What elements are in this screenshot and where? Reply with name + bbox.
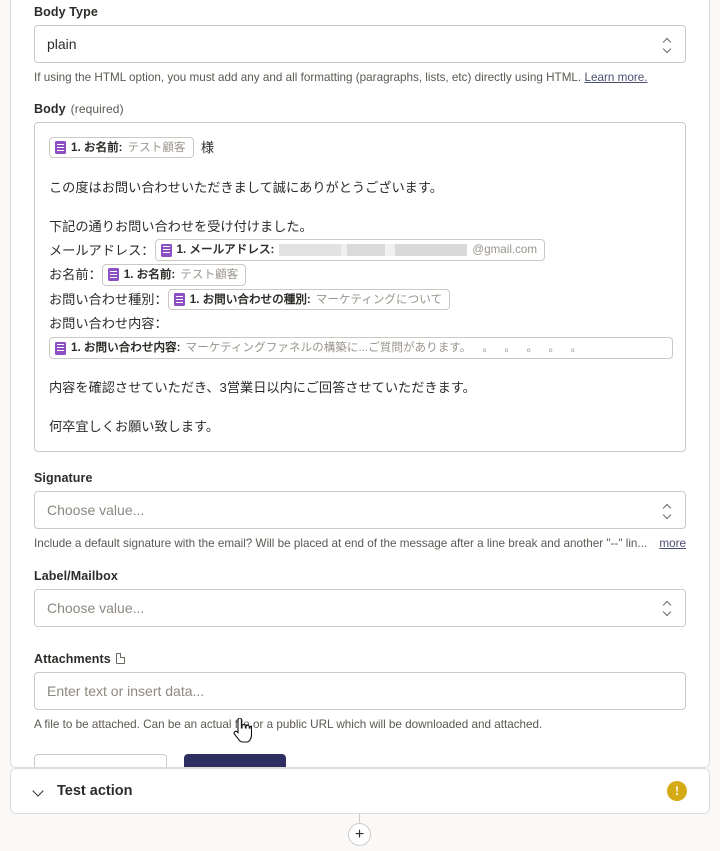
body-type-label-text: Body Type	[34, 5, 98, 19]
chevron-updown-icon	[662, 600, 673, 616]
action-setup-card-body: Body Type plain If using the HTML option…	[11, 0, 709, 767]
data-token-email[interactable]: 1. メールアドレス: @gmail.com	[154, 239, 546, 262]
body-label-text: Body	[34, 101, 66, 116]
chevron-updown-icon	[662, 36, 673, 52]
action-setup-card: Body Type plain If using the HTML option…	[10, 0, 710, 768]
test-action-card[interactable]: Test action !	[10, 768, 710, 814]
body-blank-line	[49, 398, 673, 417]
refresh-fields-button[interactable]: Refresh fields	[34, 753, 168, 767]
token-field-value: マーケティングについて	[315, 292, 443, 306]
attachments-helper: A file to be attached. Can be an actual …	[34, 717, 686, 733]
token-document-icon	[55, 341, 66, 355]
body-line: お問い合わせ内容：	[49, 315, 168, 331]
token-document-icon	[173, 293, 185, 307]
token-field-name: 1. メールアドレス:	[176, 243, 275, 257]
attachments-helper-text: A file to be attached. Can be an actual …	[34, 717, 543, 731]
body-line: お問い合わせ種別： 1. お問い合わせの種別: マーケティングについて	[49, 288, 673, 311]
signature-field: Signature Choose value... Include a defa…	[34, 471, 686, 552]
attachments-label: Attachments	[34, 652, 686, 666]
file-icon	[115, 653, 125, 665]
learn-more-link[interactable]: Learn more.	[584, 71, 647, 84]
body-line: 何卒宜しくお願い致します。	[49, 419, 220, 435]
chevron-updown-icon	[662, 502, 673, 518]
label-mailbox-label: Label/Mailbox	[34, 569, 686, 583]
label-mailbox-select[interactable]: Choose value...	[34, 588, 686, 627]
workflow-editor-screen: Body Type plain If using the HTML option…	[0, 0, 720, 851]
body-type-helper-sentence: If using the HTML option, you must add a…	[34, 71, 582, 84]
token-field-name: 1. お問い合わせの種別:	[189, 292, 311, 306]
signature-select[interactable]: Choose value...	[34, 491, 686, 529]
body-type-helper-text: If using the HTML option, you must add a…	[34, 70, 686, 86]
body-field: Body (required) 1. お名前: テスト顧客 様 この度はお問い合…	[34, 102, 686, 452]
body-blank-line	[49, 158, 673, 177]
signature-helper: Include a default signature with the ema…	[34, 536, 686, 552]
body-type-label: Body Type	[34, 5, 686, 19]
token-field-value: テスト顧客	[127, 140, 186, 154]
body-name-label: お名前：	[49, 267, 102, 283]
test-action-title: Test action	[57, 783, 133, 799]
attachments-field: Attachments Enter text or insert data...…	[34, 652, 686, 733]
token-trailing-dots: 。 。 。 。 。	[482, 341, 586, 354]
body-label: Body (required)	[34, 102, 686, 116]
label-mailbox-field: Label/Mailbox Choose value...	[34, 569, 686, 627]
token-field-value: テスト顧客	[180, 268, 239, 282]
body-type-select[interactable]: plain	[34, 25, 686, 63]
status-badge-warning[interactable]: !	[667, 781, 687, 801]
attachments-input[interactable]: Enter text or insert data...	[34, 671, 686, 710]
body-required-note: (required)	[70, 101, 124, 116]
token-field-name: 1. お名前:	[123, 268, 176, 282]
signature-more-link[interactable]: more	[659, 536, 686, 552]
data-token-name[interactable]: 1. お名前: テスト顧客	[49, 136, 194, 159]
signature-placeholder: Choose value...	[47, 502, 145, 518]
body-line: 内容を確認させていただき、3営業日以内にご回答させていただきます。	[49, 380, 476, 396]
token-field-value: マーケティングファネルの構築に...ご質問があります。	[185, 341, 472, 355]
redacted-email-blocks	[279, 244, 468, 257]
token-field-name: 1. お名前:	[71, 140, 123, 154]
token-document-icon	[160, 243, 172, 257]
token-document-icon	[107, 268, 119, 282]
body-honorific-text: 様	[193, 140, 215, 156]
label-mailbox-label-text: Label/Mailbox	[34, 568, 118, 583]
attachments-placeholder: Enter text or insert data...	[47, 682, 205, 699]
body-email-label: メールアドレス：	[49, 242, 155, 258]
data-token-inquiry-content[interactable]: 1. お問い合わせ内容: マーケティングファネルの構築に...ご質問があります。…	[49, 337, 673, 359]
attachments-label-text: Attachments	[34, 651, 111, 666]
body-type-value: plain	[47, 36, 77, 52]
token-field-name: 1. お問い合わせ内容:	[71, 341, 181, 355]
token-field-value: @gmail.com	[472, 243, 538, 257]
signature-helper-text: Include a default signature with the ema…	[34, 537, 648, 550]
body-line: 1. お名前: テスト顧客 様	[49, 136, 673, 159]
body-type-helper: If using the HTML option, you must add a…	[34, 70, 686, 86]
data-token-inquiry-type[interactable]: 1. お問い合わせの種別: マーケティングについて	[167, 288, 451, 311]
action-buttons-row: Refresh fields Continue	[34, 753, 686, 767]
continue-button[interactable]: Continue	[184, 753, 287, 767]
label-mailbox-placeholder: Choose value...	[47, 599, 145, 616]
signature-label-text: Signature	[34, 471, 93, 485]
body-line: メールアドレス： 1. メールアドレス: @gmail.com	[49, 239, 673, 262]
signature-label: Signature	[34, 471, 686, 485]
body-blank-line	[49, 359, 673, 378]
body-line: 1. お問い合わせ内容: マーケティングファネルの構築に...ご質問があります。…	[49, 337, 673, 359]
add-step-button[interactable]: +	[348, 823, 371, 846]
body-inquiry-type-label: お問い合わせ種別：	[49, 291, 168, 307]
body-line: 下記の通りお問い合わせを受け付けました。	[49, 218, 313, 234]
data-token-name[interactable]: 1. お名前: テスト顧客	[101, 264, 247, 286]
body-blank-line	[49, 197, 673, 216]
body-type-field: Body Type plain If using the HTML option…	[34, 0, 686, 86]
chevron-down-icon[interactable]	[33, 785, 46, 798]
body-line: この度はお問い合わせいただきまして誠にありがとうございます。	[49, 179, 443, 195]
body-rich-text-editor[interactable]: 1. お名前: テスト顧客 様 この度はお問い合わせいただきまして誠にありがとう…	[34, 121, 686, 452]
body-line: お名前： 1. お名前: テスト顧客	[49, 264, 673, 286]
token-document-icon	[55, 141, 66, 155]
